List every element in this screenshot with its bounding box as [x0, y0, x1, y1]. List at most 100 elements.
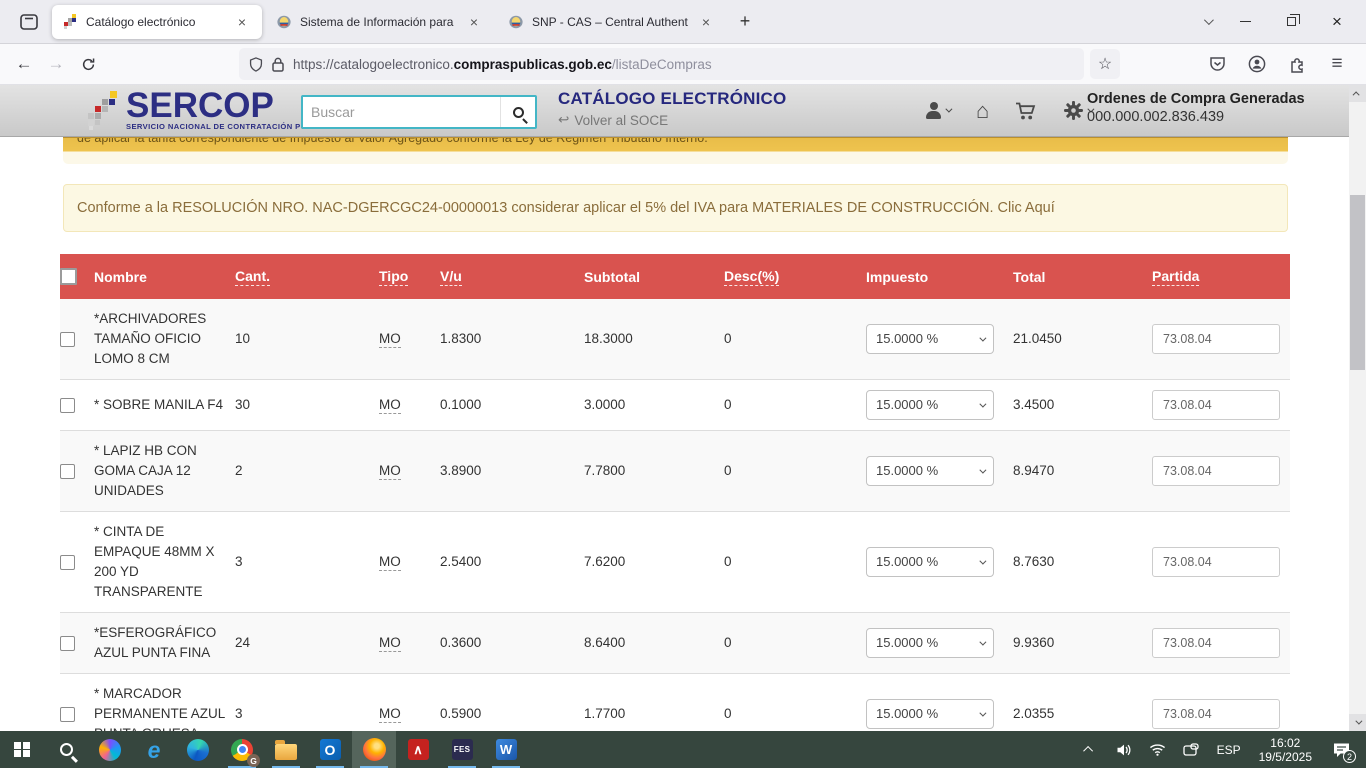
table-row: * SOBRE MANILA F4 30 MO 0.1000 3.0000 0 … — [60, 380, 1290, 431]
row-checkbox[interactable] — [60, 464, 75, 479]
pocket-icon[interactable] — [1202, 49, 1232, 79]
tipo-link[interactable]: MO — [379, 463, 401, 480]
subtotal-value: 18.3000 — [584, 299, 724, 380]
search-button[interactable] — [500, 97, 535, 127]
col-impuesto: Impuesto — [866, 254, 1013, 299]
select-all-checkbox[interactable] — [60, 268, 77, 285]
partida-input[interactable] — [1152, 628, 1280, 658]
impuesto-select[interactable]: 15.0000 % — [866, 390, 994, 420]
firefox-button[interactable] — [352, 731, 396, 768]
clic-aqui-link[interactable]: Clic Aquí — [998, 200, 1055, 216]
meet-now-icon[interactable] — [1177, 731, 1207, 768]
scroll-up-icon[interactable] — [1349, 85, 1366, 102]
word-button[interactable]: W — [484, 731, 528, 768]
close-tab-icon[interactable]: × — [232, 12, 252, 32]
tipo-link[interactable]: MO — [379, 554, 401, 571]
clock[interactable]: 16:02 19/5/2025 — [1251, 736, 1320, 764]
impuesto-select[interactable]: 15.0000 % — [866, 456, 994, 486]
col-partida[interactable]: Partida — [1152, 254, 1290, 299]
list-all-tabs-icon[interactable] — [1192, 7, 1222, 37]
volume-icon[interactable] — [1109, 731, 1139, 768]
row-checkbox[interactable] — [60, 332, 75, 347]
impuesto-select[interactable]: 15.0000 % — [866, 324, 994, 354]
row-checkbox[interactable] — [60, 636, 75, 651]
file-explorer-button[interactable] — [264, 731, 308, 768]
chrome-profile-badge: G — [247, 754, 260, 767]
outlook-button[interactable]: O — [308, 731, 352, 768]
partida-input[interactable] — [1152, 456, 1280, 486]
subtotal-value: 3.0000 — [584, 380, 724, 431]
firefox-view-icon[interactable] — [12, 7, 46, 37]
col-desc[interactable]: Desc(%) — [724, 254, 866, 299]
partida-input[interactable] — [1152, 699, 1280, 729]
tab-sistema-informacion[interactable]: Sistema de Información para lo × — [266, 5, 494, 39]
scrollbar-thumb[interactable] — [1350, 195, 1365, 370]
address-bar[interactable]: https://catalogoelectronico.compraspubli… — [239, 48, 1084, 80]
tipo-link[interactable]: MO — [379, 331, 401, 348]
tipo-link[interactable]: MO — [379, 706, 401, 723]
tipo-link[interactable]: MO — [379, 397, 401, 414]
copilot-button[interactable] — [88, 731, 132, 768]
iva-resolution-notice: Conforme a la RESOLUCIÓN NRO. NAC-DGERCG… — [63, 184, 1288, 232]
cart-button[interactable] — [1015, 101, 1037, 121]
taskbar-search-button[interactable] — [44, 731, 88, 768]
wifi-icon[interactable] — [1143, 731, 1173, 768]
impuesto-select[interactable]: 15.0000 % — [866, 628, 994, 658]
tab-snp-cas[interactable]: SNP - CAS – Central Authentica × — [498, 5, 726, 39]
search-input[interactable] — [303, 97, 500, 127]
row-checkbox[interactable] — [60, 707, 75, 722]
new-tab-button[interactable]: + — [730, 7, 760, 37]
subtotal-value: 8.6400 — [584, 613, 724, 674]
partida-input[interactable] — [1152, 547, 1280, 577]
cant-value: 10 — [235, 299, 379, 380]
col-vu[interactable]: V/u — [440, 254, 584, 299]
tab-catalogo-electronico[interactable]: Catálogo electrónico × — [52, 5, 262, 39]
acrobat-button[interactable]: ∧ — [396, 731, 440, 768]
partida-input[interactable] — [1152, 324, 1280, 354]
col-cant[interactable]: Cant. — [235, 254, 379, 299]
close-window-button[interactable]: × — [1314, 0, 1360, 44]
tray-expand-button[interactable] — [1075, 731, 1105, 768]
notification-center-button[interactable]: 2 — [1324, 731, 1358, 768]
sercop-logo[interactable]: SERCOP SERVICIO NACIONAL DE CONTRATACIÓN… — [86, 89, 332, 131]
close-tab-icon[interactable]: × — [696, 12, 716, 32]
extensions-puzzle-icon[interactable] — [1282, 49, 1312, 79]
chrome-button[interactable]: G — [220, 731, 264, 768]
desc-value: 0 — [724, 512, 866, 613]
tipo-link[interactable]: MO — [379, 635, 401, 652]
home-button[interactable]: ⌂ — [976, 101, 989, 121]
edge-button[interactable] — [176, 731, 220, 768]
shield-icon[interactable] — [249, 57, 263, 72]
user-menu-button[interactable] — [925, 102, 950, 119]
internet-explorer-icon: e — [148, 739, 161, 761]
close-tab-icon[interactable]: × — [464, 12, 484, 32]
page-scrollbar[interactable] — [1349, 85, 1366, 731]
scroll-down-icon[interactable] — [1349, 714, 1366, 731]
bookmark-star-icon[interactable]: ☆ — [1090, 49, 1120, 79]
partida-input[interactable] — [1152, 390, 1280, 420]
table-row: *ESFEROGRÁFICO AZUL PUNTA FINA 24 MO 0.3… — [60, 613, 1290, 674]
minimize-button[interactable] — [1222, 0, 1268, 44]
volver-al-soce-link[interactable]: ↩ Volver al SOCE — [558, 112, 786, 128]
impuesto-select[interactable]: 15.0000 % — [866, 547, 994, 577]
col-nombre: Nombre — [94, 254, 235, 299]
impuesto-select[interactable]: 15.0000 % — [866, 699, 994, 729]
reload-icon[interactable] — [72, 49, 104, 79]
fes-app-button[interactable]: FES — [440, 731, 484, 768]
back-icon[interactable]: ← — [8, 49, 40, 79]
restore-button[interactable] — [1268, 0, 1314, 44]
search-icon — [513, 107, 524, 118]
purchase-list-table: Nombre Cant. Tipo V/u Subtotal Desc(%) I… — [60, 254, 1290, 731]
menu-hamburger-icon[interactable]: ≡ — [1322, 49, 1352, 79]
account-icon[interactable] — [1242, 49, 1272, 79]
language-indicator[interactable]: ESP — [1211, 743, 1247, 757]
tab-title: Sistema de Información para lo — [300, 15, 456, 29]
col-tipo[interactable]: Tipo — [379, 254, 440, 299]
url-text: https://catalogoelectronico.compraspubli… — [293, 57, 712, 72]
row-checkbox[interactable] — [60, 555, 75, 570]
internet-explorer-button[interactable]: e — [132, 731, 176, 768]
start-button[interactable] — [0, 731, 44, 768]
lock-icon[interactable] — [272, 57, 284, 72]
row-checkbox[interactable] — [60, 398, 75, 413]
chevron-down-icon — [979, 638, 986, 645]
